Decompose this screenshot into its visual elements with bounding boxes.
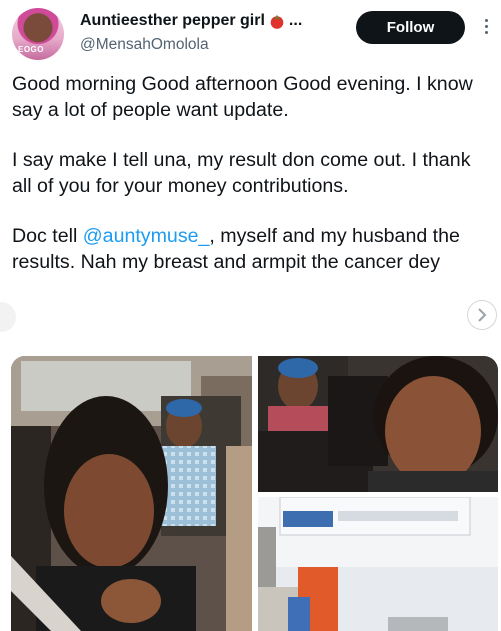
tweet-paragraph-2: I say make I tell una, my result don com… xyxy=(12,149,471,197)
media-photo-1[interactable] xyxy=(11,356,252,631)
carousel-next-icon[interactable] xyxy=(467,300,497,330)
tweet-paragraph-3: Doc tell @auntymuse_, myself and my husb… xyxy=(12,223,494,275)
author-name-line[interactable]: Auntieesther pepper girl ... xyxy=(80,12,302,30)
tweet-paragraph-3-prefix: Doc tell xyxy=(12,225,83,247)
tweet-text: Good morning Good afternoon Good evening… xyxy=(12,71,494,299)
follow-button[interactable]: Follow xyxy=(356,11,465,44)
mention-link[interactable]: @auntymuse_ xyxy=(83,225,210,247)
avatar[interactable]: EOGO xyxy=(12,8,64,60)
carousel-prev-icon[interactable] xyxy=(0,302,16,332)
display-name[interactable]: Auntieesther pepper girl xyxy=(80,12,265,30)
media-photo-2[interactable] xyxy=(258,356,498,492)
tweet-paragraph-1: Good morning Good afternoon Good evening… xyxy=(12,73,473,121)
tomato-icon xyxy=(269,14,285,29)
author-handle[interactable]: @MensahOmolola xyxy=(80,36,209,54)
name-ellipsis: ... xyxy=(288,12,303,29)
media-photo-3[interactable] xyxy=(258,497,498,631)
avatar-label: EOGO xyxy=(18,45,45,54)
more-options-icon[interactable] xyxy=(481,16,491,38)
